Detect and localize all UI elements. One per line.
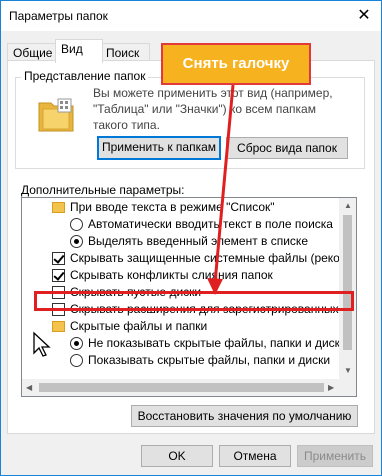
tree-item-label: Скрытые файлы и папки bbox=[70, 319, 208, 333]
tree-item-label: Показывать скрытые файлы, папки и диски bbox=[88, 353, 331, 367]
scroll-down-icon[interactable]: ▼ bbox=[344, 366, 352, 375]
tree-item-label: Выделять введенный элемент в списке bbox=[88, 234, 308, 248]
folder-view-group-label: Представление папок bbox=[21, 69, 149, 83]
radio-button[interactable] bbox=[70, 354, 83, 367]
scroll-up-icon[interactable]: ▲ bbox=[344, 201, 352, 210]
restore-defaults-button[interactable]: Восстановить значения по умолчанию bbox=[131, 405, 358, 427]
ok-button[interactable]: OK bbox=[141, 445, 213, 467]
checkbox[interactable] bbox=[52, 269, 65, 282]
tree-item-label: При вводе текста в режиме "Список" bbox=[70, 200, 275, 214]
mouse-cursor-icon bbox=[33, 331, 51, 357]
vertical-scroll-thumb[interactable] bbox=[343, 215, 352, 350]
radio-button[interactable] bbox=[70, 235, 83, 248]
tree-item-label: Не показывать скрытые файлы, папки и дис… bbox=[88, 336, 347, 350]
annotation-arrow bbox=[207, 84, 235, 295]
reset-folders-button[interactable]: Сброс вида папок bbox=[226, 137, 348, 159]
radio-button[interactable] bbox=[70, 337, 83, 350]
title-bar: Параметры папок ✕ bbox=[1, 1, 381, 31]
folder-icon bbox=[52, 321, 65, 332]
close-icon[interactable]: ✕ bbox=[355, 7, 373, 25]
vertical-scrollbar[interactable]: ▲ ▼ bbox=[339, 198, 356, 379]
checkbox[interactable] bbox=[52, 252, 65, 265]
horizontal-scroll-thumb[interactable] bbox=[39, 383, 324, 392]
horizontal-scrollbar[interactable]: ◀ ▶ bbox=[22, 379, 356, 396]
tree-item-label: Скрывать конфликты слияния папок bbox=[70, 268, 273, 282]
radio-button[interactable] bbox=[70, 218, 83, 231]
scroll-left-icon[interactable]: ◀ bbox=[26, 383, 32, 392]
scroll-right-icon[interactable]: ▶ bbox=[328, 383, 334, 392]
window-title: Параметры папок bbox=[9, 9, 108, 23]
tab-view[interactable]: Вид bbox=[55, 39, 103, 63]
cancel-button[interactable]: Отмена bbox=[219, 445, 291, 467]
annotation-callout: Снять галочку bbox=[161, 43, 311, 85]
apply-button[interactable]: Применить bbox=[297, 445, 373, 467]
folder-options-window: Параметры папок ✕ Общие Вид Поиск Предст… bbox=[0, 0, 382, 476]
folder-icon bbox=[52, 202, 65, 213]
annotation-highlight-box bbox=[34, 291, 354, 311]
folder-view-icon bbox=[37, 97, 75, 132]
advanced-settings-label: Дополнительные параметры: bbox=[21, 183, 185, 197]
